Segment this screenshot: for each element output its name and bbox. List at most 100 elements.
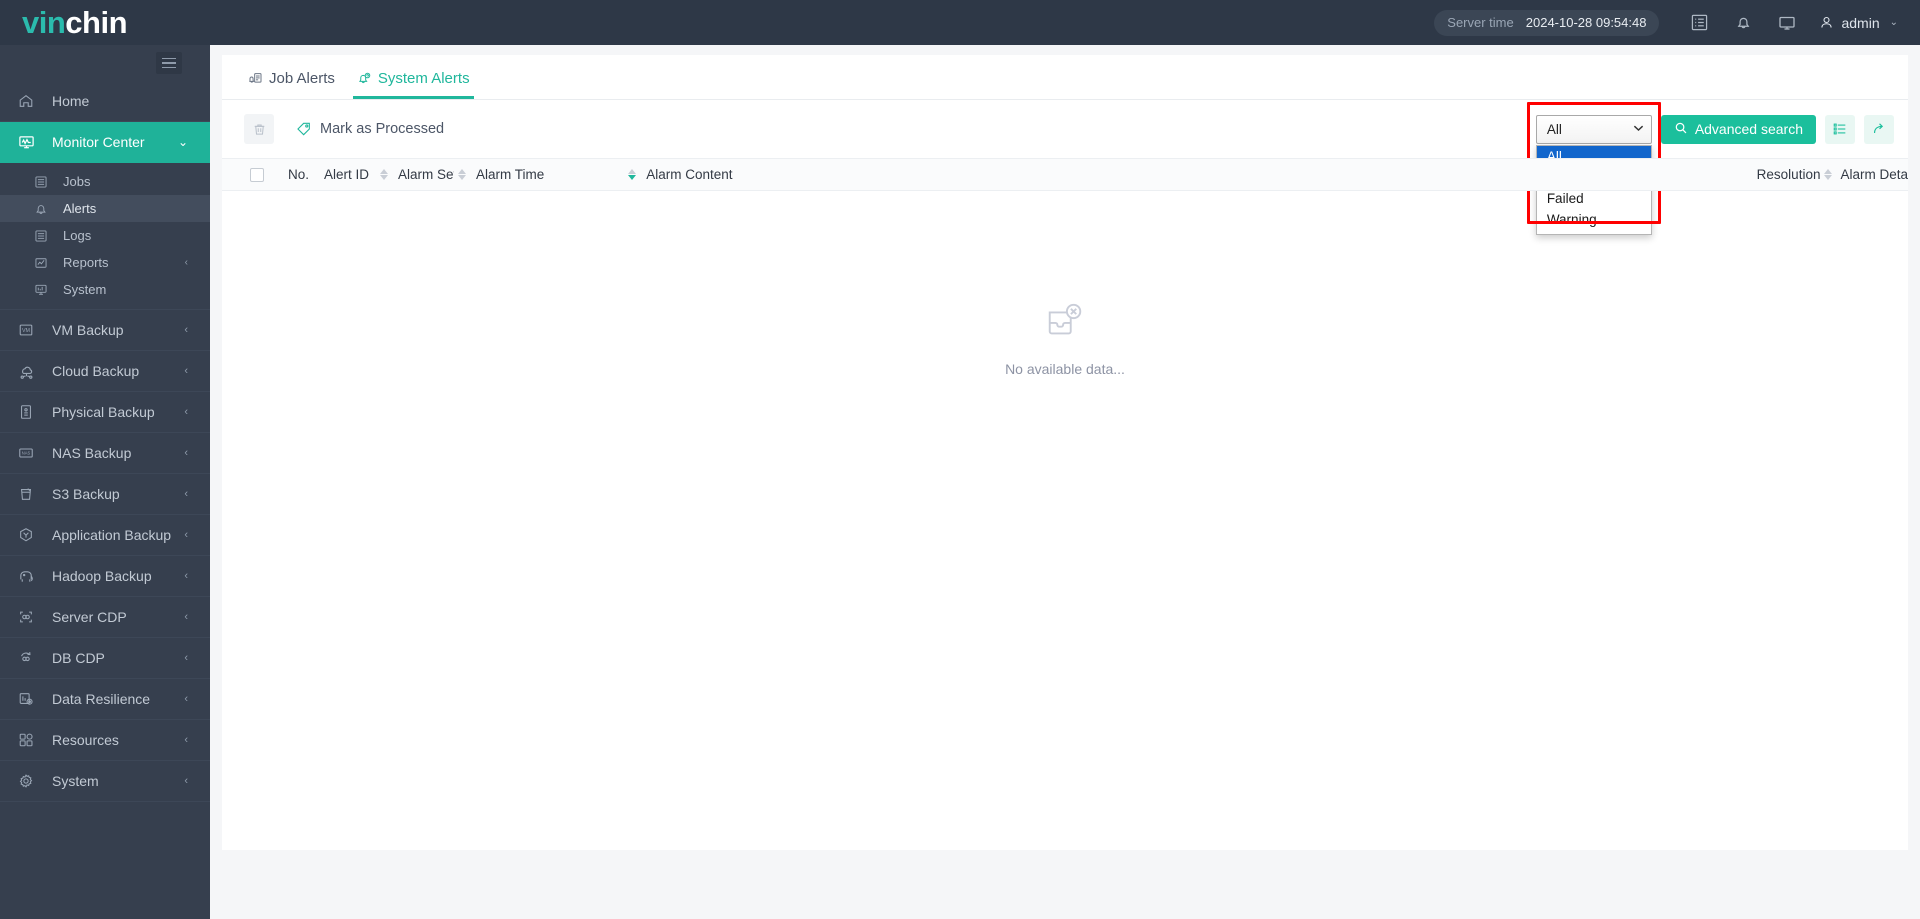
sort-resolution-icon[interactable] <box>1824 169 1833 180</box>
user-menu[interactable]: admin ⌄ <box>1809 0 1898 45</box>
chevron-left-icon: ‹ <box>184 406 188 418</box>
svg-text:VM: VM <box>22 328 30 334</box>
sidebar-item-label: NAS Backup <box>52 445 132 461</box>
advanced-search-label: Advanced search <box>1694 121 1803 137</box>
server-time: Server time 2024-10-28 09:54:48 <box>1434 9 1660 36</box>
sidebar-item-label: Logs <box>63 228 92 243</box>
sidebar-item-resources[interactable]: Resources ‹ <box>0 720 210 761</box>
sidebar-item-physical-backup[interactable]: Physical Backup ‹ <box>0 392 210 433</box>
chevron-left-icon: ‹ <box>184 734 188 746</box>
sidebar-item-data-resilience[interactable]: Data Resilience ‹ <box>0 679 210 720</box>
system-alert-icon <box>357 71 372 86</box>
severity-select-value: All <box>1546 121 1562 137</box>
sidebar-item-label: Monitor Center <box>52 134 145 150</box>
sidebar-item-label: Cloud Backup <box>52 363 140 379</box>
sidebar-item-label: Reports <box>63 255 109 270</box>
sidebar-item-vm-backup[interactable]: VM VM Backup ‹ <box>0 310 210 351</box>
empty-box-icon <box>1044 300 1086 347</box>
column-alarm-content[interactable]: Alarm Content <box>636 167 732 182</box>
column-alarm-time[interactable]: Alarm Time <box>466 167 544 182</box>
columns-icon[interactable] <box>1825 114 1855 144</box>
sidebar-item-logs[interactable]: Logs <box>0 222 210 249</box>
chevron-left-icon: ‹ <box>184 447 188 459</box>
sidebar: Home Monitor Center ⌄ Jobs Alerts Logs R… <box>0 45 210 919</box>
main-content: Job Alerts System Alerts Mark as Process… <box>210 45 1920 919</box>
mark-as-processed-button[interactable]: Mark as Processed <box>296 121 444 137</box>
brand-logo-part1: vin <box>22 5 66 40</box>
sidebar-item-db-cdp[interactable]: DB CDP ‹ <box>0 638 210 679</box>
chevron-left-icon: ‹ <box>184 529 188 541</box>
logs-icon <box>34 229 54 243</box>
export-icon[interactable] <box>1864 114 1894 144</box>
reports-icon <box>34 256 54 270</box>
tag-icon <box>296 121 312 137</box>
sidebar-item-s3-backup[interactable]: S3 Backup ‹ <box>0 474 210 515</box>
jobs-icon <box>34 175 54 189</box>
sort-alert-id-icon[interactable] <box>380 169 388 180</box>
sidebar-item-label: S3 Backup <box>52 486 120 502</box>
search-icon <box>1674 121 1688 138</box>
server-time-value: 2024-10-28 09:54:48 <box>1525 15 1647 30</box>
chevron-down-icon: ⌄ <box>177 135 188 149</box>
bucket-icon <box>18 485 40 503</box>
sidebar-item-label: Server CDP <box>52 609 127 625</box>
bell-icon <box>34 202 54 216</box>
sidebar-item-nas-backup[interactable]: NAS NAS Backup ‹ <box>0 433 210 474</box>
sidebar-item-alerts[interactable]: Alerts <box>0 195 210 222</box>
brand-logo-part2: chin <box>65 5 128 40</box>
severity-option-warning[interactable]: Warning <box>1537 209 1651 230</box>
column-alert-id[interactable]: Alert ID <box>324 167 376 182</box>
advanced-search-button[interactable]: Advanced search <box>1660 114 1816 144</box>
chevron-down-icon: ⌄ <box>1889 17 1898 28</box>
sidebar-item-label: DB CDP <box>52 650 105 666</box>
column-resolution[interactable]: Resolution <box>1757 167 1821 182</box>
tab-job-alerts[interactable]: Job Alerts <box>244 57 339 99</box>
tab-label: System Alerts <box>377 69 470 87</box>
tab-label: Job Alerts <box>269 69 335 87</box>
top-bar: vinchin Server time 2024-10-28 09:54:48 <box>0 0 1920 45</box>
monitor-icon[interactable] <box>1765 0 1809 45</box>
sidebar-item-hadoop-backup[interactable]: Hadoop Backup ‹ <box>0 556 210 597</box>
avatar-icon <box>1821 16 1833 28</box>
sidebar-item-jobs[interactable]: Jobs <box>0 168 210 195</box>
sidebar-item-label: Alerts <box>63 201 97 216</box>
alerts-card: Job Alerts System Alerts Mark as Process… <box>222 55 1908 850</box>
list-icon[interactable] <box>1677 0 1721 45</box>
table-header: No. Alert ID Alarm Seve Alarm Time Alarm… <box>222 158 1908 191</box>
empty-state: No available data... <box>222 300 1908 377</box>
home-icon <box>18 92 40 110</box>
column-alarm-severity[interactable]: Alarm Seve <box>388 167 454 182</box>
hamburger-icon[interactable] <box>156 52 182 74</box>
user-name: admin <box>1841 14 1880 31</box>
sidebar-submenu-monitor-center: Jobs Alerts Logs Reports ‹ System <box>0 163 210 310</box>
sidebar-item-home[interactable]: Home <box>0 81 210 122</box>
sidebar-collapse-row <box>0 45 210 81</box>
resilience-icon <box>18 690 40 708</box>
severity-select[interactable]: All <box>1535 114 1652 144</box>
sidebar-item-server-cdp[interactable]: Server CDP ‹ <box>0 597 210 638</box>
elephant-icon <box>18 567 40 585</box>
toolbar: Mark as Processed All All Notice <box>222 100 1908 235</box>
tab-system-alerts[interactable]: System Alerts <box>352 57 474 99</box>
sidebar-item-application-backup[interactable]: Application Backup ‹ <box>0 515 210 556</box>
sort-alarm-severity-icon[interactable] <box>458 169 466 180</box>
sidebar-item-system-monitor[interactable]: System <box>0 276 210 303</box>
chevron-left-icon: ‹ <box>184 365 188 377</box>
sort-alarm-time-icon[interactable] <box>628 169 637 180</box>
brand-logo[interactable]: vinchin <box>0 0 210 45</box>
bell-icon[interactable] <box>1721 0 1765 45</box>
sidebar-item-label: VM Backup <box>52 322 124 338</box>
trash-icon[interactable] <box>244 114 274 144</box>
sidebar-item-reports[interactable]: Reports ‹ <box>0 249 210 276</box>
sidebar-item-system[interactable]: System ‹ <box>0 761 210 802</box>
column-no[interactable]: No. <box>264 167 324 182</box>
tab-bar: Job Alerts System Alerts <box>222 55 1908 99</box>
sidebar-item-cloud-backup[interactable]: Cloud Backup ‹ <box>0 351 210 392</box>
select-all-checkbox[interactable] <box>250 167 264 182</box>
sidebar-item-label: Application Backup <box>52 527 172 543</box>
sidebar-item-monitor-center[interactable]: Monitor Center ⌄ <box>0 122 210 163</box>
chevron-left-icon: ‹ <box>184 775 188 787</box>
chevron-left-icon: ‹ <box>184 257 188 268</box>
column-alarm-details[interactable]: Alarm Deta <box>1832 167 1908 182</box>
cdp-icon <box>18 608 40 626</box>
